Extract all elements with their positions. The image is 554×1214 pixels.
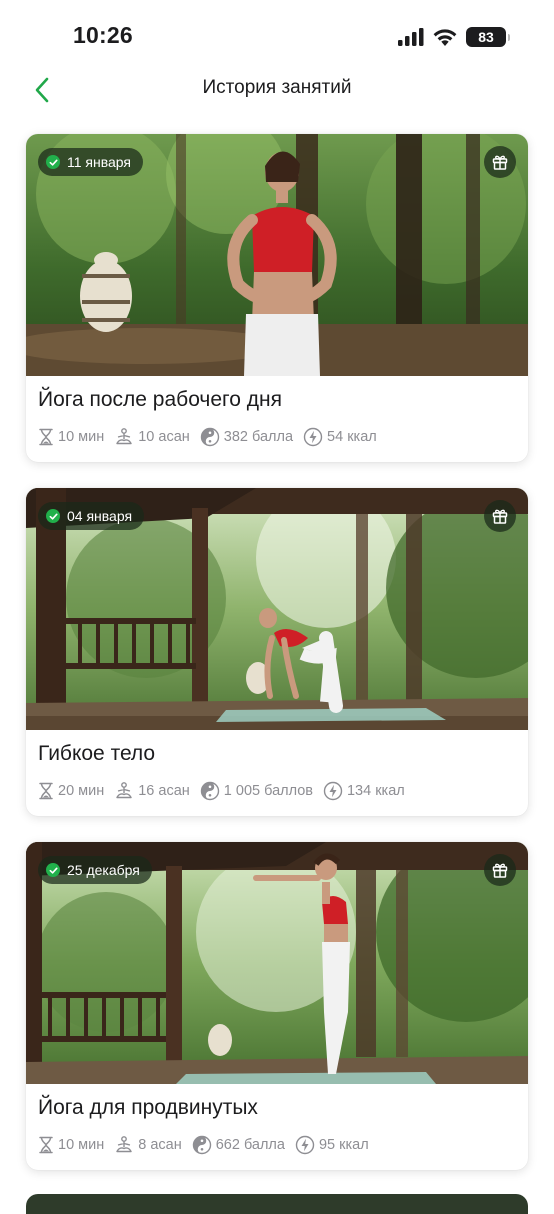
check-circle-icon: [46, 863, 60, 877]
workout-thumbnail: 11 января: [26, 134, 528, 376]
stat-duration: 20 мин: [38, 782, 104, 800]
hourglass-icon: [39, 428, 53, 446]
stat-calories: 95 ккал: [295, 1135, 369, 1155]
workout-title: Йога для продвинутых: [38, 1096, 258, 1119]
date-badge: 04 января: [38, 502, 145, 530]
gift-button[interactable]: [484, 500, 516, 532]
stat-asanas-value: 10 асан: [138, 429, 190, 445]
yin-yang-icon: [192, 1135, 211, 1155]
hourglass-icon: [39, 782, 53, 800]
check-circle-icon: [46, 155, 60, 169]
stat-duration-value: 10 мин: [58, 429, 105, 445]
workout-card[interactable]: 25 декабря Йога для продвинутых 10 мин 8…: [26, 842, 528, 1170]
stat-calories-value: 134 ккал: [346, 783, 405, 799]
workout-date: 11 января: [67, 154, 132, 170]
gift-button[interactable]: [484, 854, 516, 886]
workout-title: Гибкое тело: [38, 742, 156, 765]
gift-icon: [492, 155, 508, 170]
workout-card-partial[interactable]: [26, 1194, 528, 1214]
gift-icon: [492, 509, 508, 524]
stat-points-value: 382 балла: [223, 429, 294, 445]
stat-duration-value: 10 мин: [58, 1137, 105, 1153]
stat-asanas: 10 асан: [114, 428, 190, 446]
stat-points: 662 балла: [192, 1135, 285, 1155]
meditation-icon: [116, 1136, 132, 1153]
workout-stats: 10 мин 10 асан 382 балла 54 ккал: [38, 426, 520, 448]
hourglass-icon: [39, 1136, 53, 1154]
date-badge: 25 декабря: [38, 856, 152, 884]
workout-date: 25 декабря: [67, 862, 140, 878]
workout-stats: 10 мин 8 асан 662 балла 95 ккал: [38, 1134, 520, 1156]
stat-asanas-value: 16 асан: [138, 783, 190, 799]
status-icons: 83: [398, 26, 510, 48]
yin-yang-icon: [200, 427, 219, 447]
stat-duration: 10 мин: [38, 428, 104, 446]
stat-asanas-value: 8 асан: [138, 1137, 182, 1153]
status-bar: 10:26 83: [0, 0, 554, 66]
signal-icon: [398, 28, 424, 46]
battery-level: 83: [478, 29, 494, 45]
workout-card[interactable]: 11 января Йога после рабочего дня 10 мин…: [26, 134, 528, 462]
stat-calories-value: 95 ккал: [318, 1137, 369, 1153]
wifi-icon: [433, 28, 457, 46]
workout-card[interactable]: 04 января Гибкое тело 20 мин 16 асан 1 0…: [26, 488, 528, 816]
meditation-icon: [116, 428, 132, 445]
stat-points-value: 662 балла: [215, 1137, 285, 1153]
meditation-icon: [116, 782, 132, 799]
workout-thumbnail: 25 декабря: [26, 842, 528, 1084]
workout-date: 04 января: [67, 508, 133, 524]
energy-icon: [295, 1135, 315, 1155]
yin-yang-icon: [200, 781, 219, 801]
workout-history-list: 11 января Йога после рабочего дня 10 мин…: [26, 134, 528, 1196]
stat-points: 1 005 баллов: [200, 781, 313, 801]
stat-duration-value: 20 мин: [58, 783, 105, 799]
status-time: 10:26: [73, 22, 133, 48]
stat-calories: 54 ккал: [303, 427, 377, 447]
stat-points-value: 1 005 баллов: [223, 783, 313, 799]
gift-button[interactable]: [484, 146, 516, 178]
battery-indicator: 83: [466, 27, 510, 47]
navigation-bar: История занятий: [0, 66, 554, 114]
check-circle-icon: [46, 509, 60, 523]
stat-calories: 134 ккал: [323, 781, 405, 801]
energy-icon: [303, 427, 323, 447]
stat-duration: 10 мин: [38, 1136, 104, 1154]
stat-asanas: 8 асан: [114, 1136, 182, 1154]
date-badge: 11 января: [38, 148, 144, 176]
page-title: История занятий: [202, 77, 352, 98]
stat-calories-value: 54 ккал: [327, 429, 377, 445]
workout-title: Йога после рабочего дня: [38, 388, 282, 411]
stat-points: 382 балла: [200, 427, 293, 447]
workout-thumbnail: 04 января: [26, 488, 528, 730]
stat-asanas: 16 асан: [114, 782, 190, 800]
energy-icon: [323, 781, 343, 801]
workout-stats: 20 мин 16 асан 1 005 баллов 134 ккал: [38, 780, 520, 802]
gift-icon: [492, 863, 508, 878]
